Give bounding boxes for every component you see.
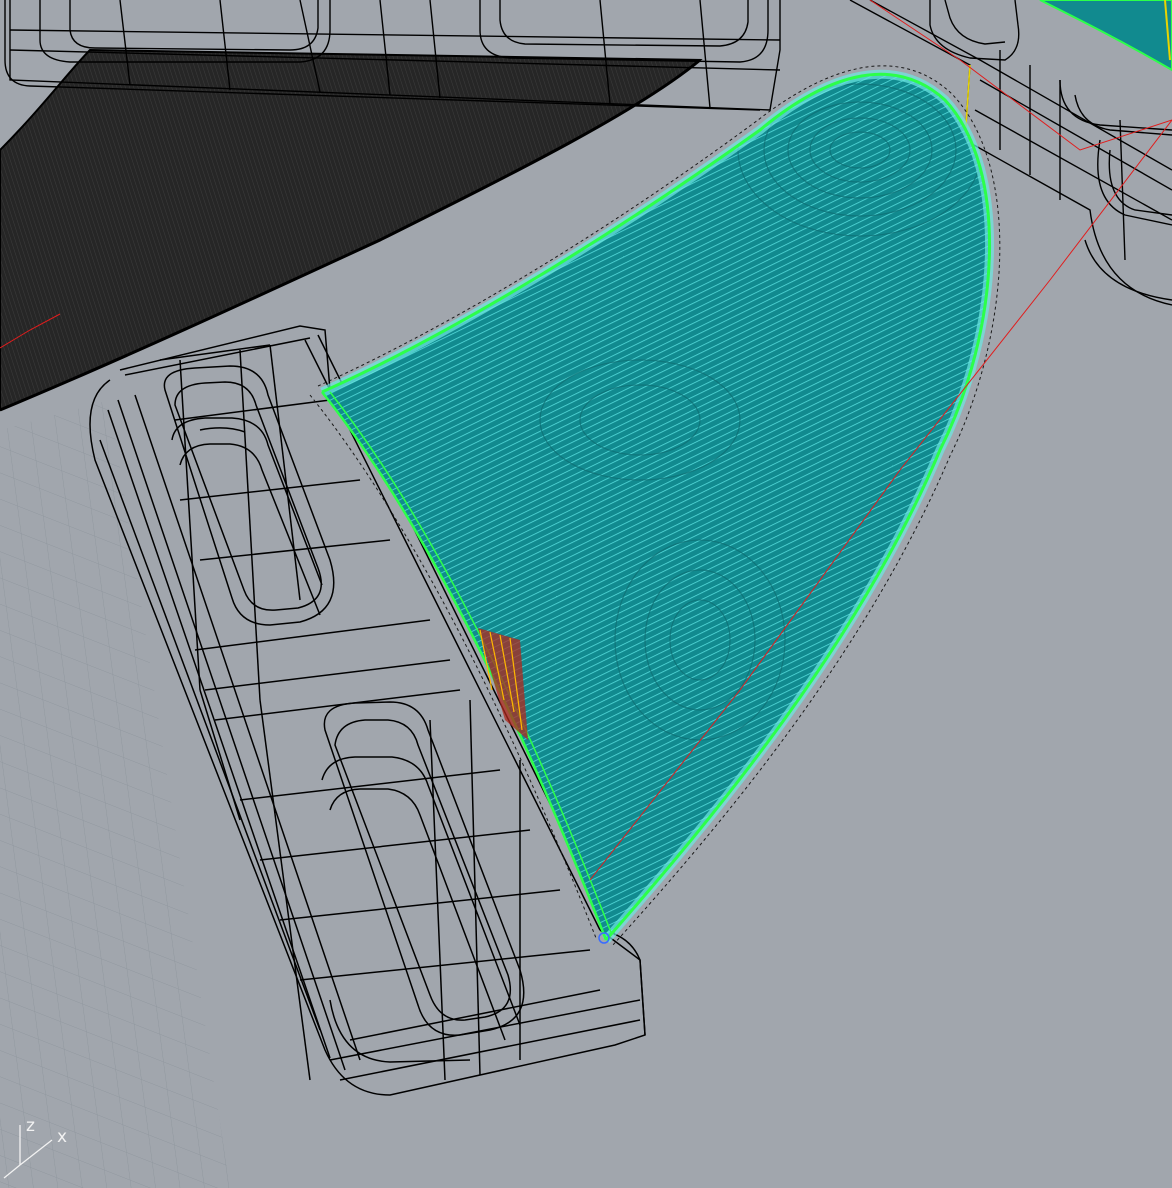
rhino-perspective-viewport[interactable]: z x <box>0 0 1172 1188</box>
construction-grid <box>0 400 230 1188</box>
axis-z-label: z <box>26 1116 35 1136</box>
axis-x-label: x <box>57 1127 67 1147</box>
viewport-canvas[interactable]: z x <box>0 0 1172 1188</box>
